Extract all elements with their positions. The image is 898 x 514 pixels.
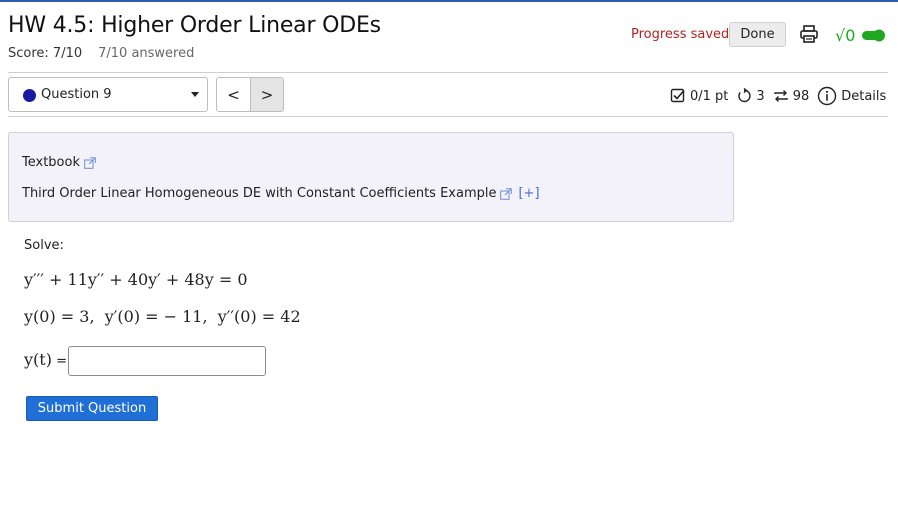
solve-instruction: Solve: [24,238,64,253]
details-link[interactable]: Details [841,89,886,104]
help-resources-box: Textbook Third Order Linear Homogeneous … [8,132,734,222]
header-divider [8,72,888,73]
printer-icon[interactable] [799,24,819,44]
checkbox-icon [670,88,685,103]
example-link-row: Third Order Linear Homogeneous DE with C… [22,186,540,201]
retries-count: 3 [756,88,765,104]
info-icon[interactable] [817,86,837,106]
differential-equation: y′′′ + 11y′′ + 40y′ + 48y = 0 [24,270,248,289]
score-summary: Score: 7/10 7/10 answered [8,46,194,61]
initial-conditions: y(0) = 3, y′(0) = − 11, y′′(0) = 42 [24,307,301,326]
answer-input[interactable] [68,346,266,376]
answer-label: y(t) = [24,350,67,369]
textbook-label: Textbook [22,155,80,170]
expand-link[interactable]: [+] [518,186,539,201]
question-meta: 0/1 pt 3 98 Details [670,85,886,107]
answer-label-math: y(t) [24,350,52,369]
question-navigation: < > [216,77,284,112]
done-button[interactable]: Done [729,22,786,47]
answered-count: 7/10 answered [98,46,195,61]
submit-question-button[interactable]: Submit Question [26,396,158,421]
progress-status: Progress saved [631,27,730,42]
example-link[interactable]: Third Order Linear Homogeneous DE with C… [22,186,496,201]
question-select-label: Question 9 [41,87,112,102]
attempts-count: 98 [792,88,810,104]
next-question-button[interactable]: > [249,78,283,111]
math-view-toggle[interactable]: √0 [835,24,887,46]
chevron-down-icon [191,92,199,97]
external-link-icon [500,187,513,200]
top-accent-line [0,0,898,2]
question-header-divider [8,116,888,117]
answer-label-equals: = [51,354,67,369]
question-status-dot [23,89,36,102]
retry-icon [738,88,752,103]
question-select[interactable]: Question 9 [8,77,208,112]
assignment-title: HW 4.5: Higher Order Linear ODEs [8,13,381,38]
sqrt-toggle-icon: √0 [835,26,855,45]
score-text: Score: 7/10 [8,46,83,61]
previous-question-button[interactable]: < [217,78,250,111]
textbook-link[interactable]: Textbook [22,155,96,170]
external-link-icon [84,156,96,169]
points-text: 0/1 pt [690,88,729,104]
attempts-icon [773,90,788,102]
